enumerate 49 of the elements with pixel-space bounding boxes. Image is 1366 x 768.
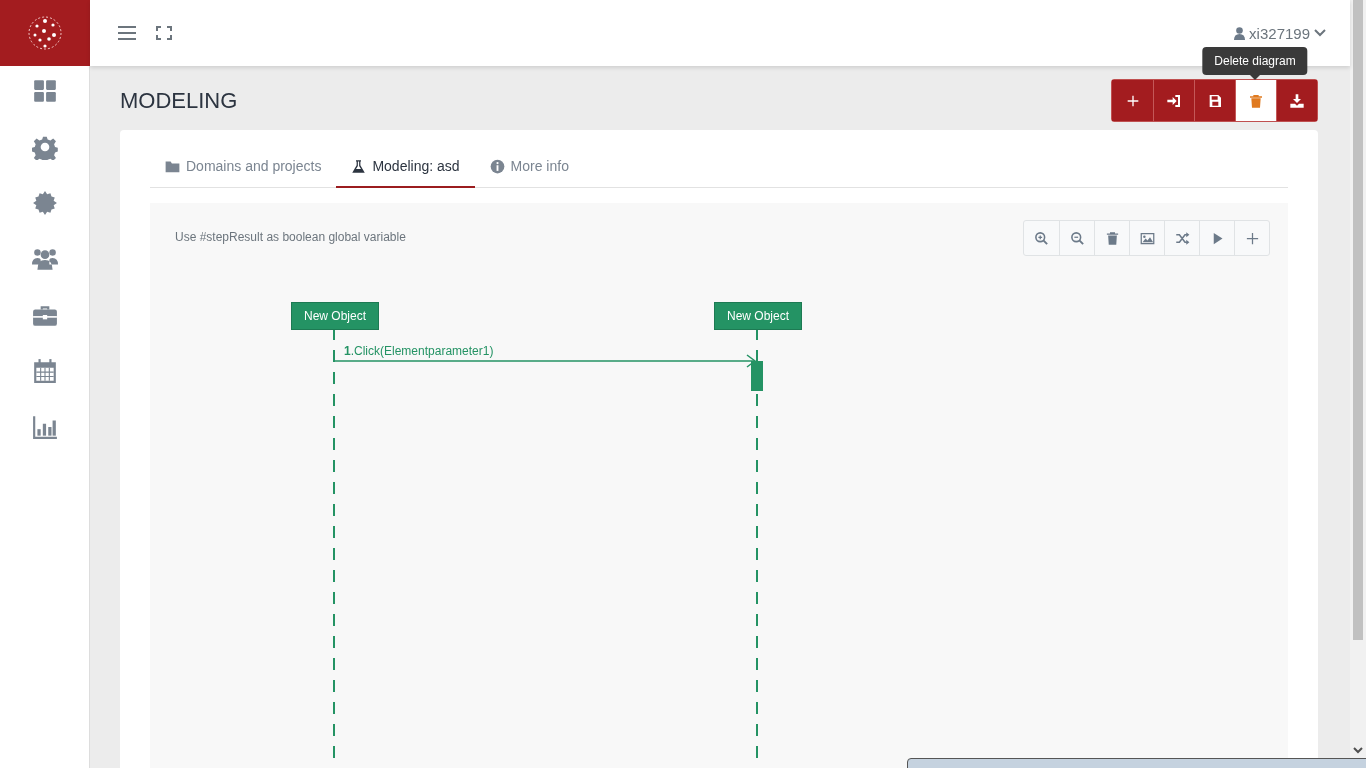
fullscreen-icon (156, 26, 172, 40)
flask-icon (351, 158, 367, 174)
sidebar-item[interactable] (31, 134, 58, 160)
lifeline-object[interactable]: New Object (714, 302, 803, 330)
calendar-icon (31, 358, 58, 384)
save-button[interactable] (1194, 80, 1235, 121)
tab[interactable]: Modeling: asd (336, 148, 475, 188)
user-icon (1234, 26, 1246, 40)
message-label: 1.Click(Elementparameter1) (344, 344, 494, 358)
scrollbar-thumb[interactable] (1353, 0, 1363, 640)
bar-chart-icon (31, 414, 58, 440)
sign-in-icon (1166, 92, 1182, 109)
network-globe-icon (27, 15, 63, 51)
sidebar-item[interactable] (31, 246, 58, 272)
image-icon (1139, 230, 1155, 246)
grid-icon (31, 78, 58, 104)
tooltip-arrow (1250, 75, 1260, 80)
user-menu[interactable]: xi327199 (1228, 23, 1332, 43)
page-title: MODELING (120, 88, 238, 114)
sidebar-item[interactable] (31, 78, 58, 104)
logo[interactable] (0, 0, 90, 66)
zoom-out-icon (1069, 230, 1085, 246)
sidebar-item[interactable] (31, 414, 58, 440)
menu-icon (118, 26, 136, 40)
hint-text: Use #stepResult as boolean global variable (175, 230, 406, 244)
save-icon (1207, 92, 1223, 109)
download-button[interactable] (1276, 80, 1317, 121)
chevron-down-icon[interactable] (1353, 746, 1363, 754)
download-icon (1289, 92, 1305, 109)
delete-button[interactable] (1235, 80, 1276, 121)
add-button[interactable] (1112, 80, 1153, 121)
tooltip: Delete diagram (1202, 47, 1308, 75)
lifeline-object[interactable]: New Object (291, 302, 380, 330)
tab[interactable]: Domains and projects (150, 148, 337, 188)
badge-icon (31, 190, 58, 216)
trash-icon (1104, 230, 1120, 246)
shuffle-icon (1174, 230, 1190, 246)
zoom-in-icon (1034, 230, 1049, 246)
settings-icon (31, 134, 58, 160)
activation-bar (751, 361, 763, 391)
sidebar-item[interactable] (31, 190, 58, 216)
users-icon (31, 246, 58, 272)
chevron-down-icon (1314, 29, 1326, 37)
trash-icon (1248, 92, 1264, 109)
import-button[interactable] (1153, 80, 1194, 121)
tab[interactable]: More info (474, 148, 584, 188)
plus-icon (1244, 230, 1260, 246)
sidebar-item[interactable] (31, 358, 58, 384)
info-icon (489, 158, 505, 174)
